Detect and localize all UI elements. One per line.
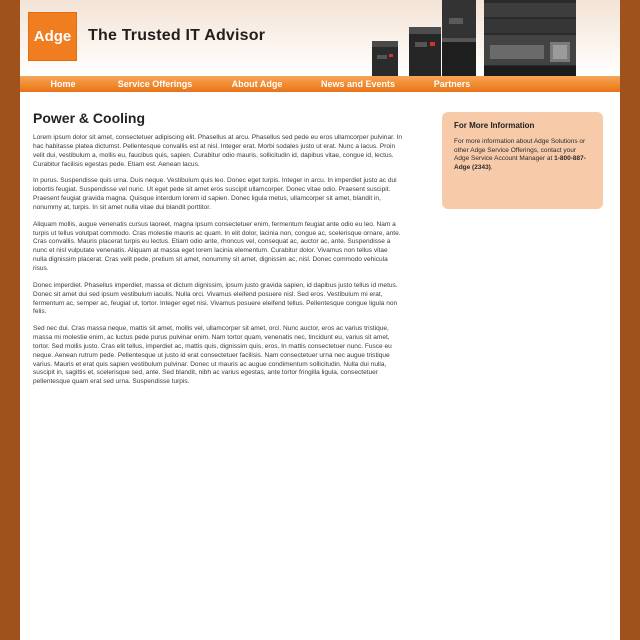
main-nav: Home Service Offerings About Adge News a… (20, 76, 620, 92)
ups-products-image (372, 0, 576, 76)
nav-item-home[interactable]: Home (42, 76, 84, 92)
header: Adge The Trusted IT Advisor (20, 0, 620, 76)
more-info-text: For more information about Adge Solution… (454, 138, 591, 173)
content-paragraph: Donec imperdiet. Phasellus imperdiet, ma… (33, 281, 398, 316)
nav-item-partners[interactable]: Partners (426, 76, 478, 92)
more-info-title: For More Information (454, 121, 535, 130)
nav-item-service-offerings[interactable]: Service Offerings (112, 76, 198, 92)
more-info-end: . (490, 164, 493, 172)
nav-item-about-adge[interactable]: About Adge (225, 76, 289, 92)
content-paragraph: In purus. Suspendisse quis urna. Duis ne… (33, 177, 397, 211)
tagline: The Trusted IT Advisor (88, 27, 266, 44)
main-content: Power & Cooling Lorem ipsum dolor sit am… (33, 110, 403, 395)
logo[interactable]: Adge (28, 12, 77, 61)
page-container: Adge The Trusted IT Advisor Home Service… (20, 0, 620, 640)
logo-text: Adge (33, 28, 72, 45)
content-paragraph: Aliquam mollis, augue venenatis cursus l… (33, 220, 401, 272)
content-paragraph: Lorem ipsum dolor sit amet, consectetuer… (33, 134, 403, 168)
content-paragraph: Sed nec dui. Cras massa neque, mattis si… (33, 325, 392, 386)
nav-item-news-and-events[interactable]: News and Events (316, 76, 400, 92)
page-title: Power & Cooling (33, 110, 145, 126)
more-info-box: For More Information For more informatio… (442, 112, 603, 209)
